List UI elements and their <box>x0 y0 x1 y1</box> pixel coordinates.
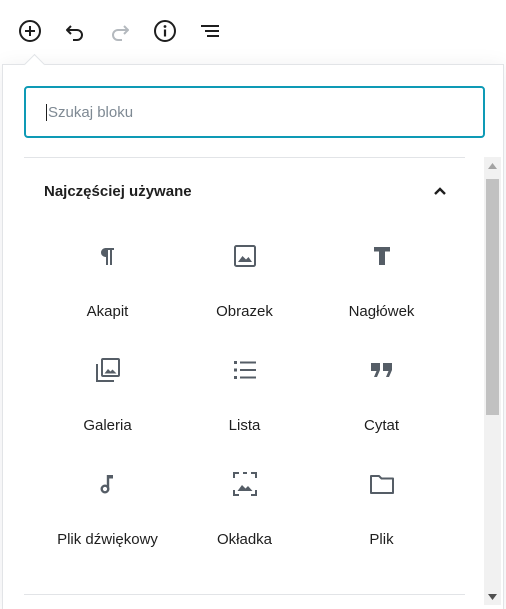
list-outline-icon <box>201 25 219 37</box>
block-item-audio[interactable]: Plik dźwiękowy <box>34 457 181 567</box>
block-label: Lista <box>228 417 261 434</box>
plus-circle-icon <box>19 20 41 42</box>
scroll-down-arrow-icon[interactable] <box>484 588 501 605</box>
file-icon <box>367 469 397 499</box>
info-button[interactable] <box>151 17 179 45</box>
block-label: Obrazek <box>216 303 273 320</box>
list-icon <box>230 355 260 385</box>
block-item-gallery[interactable]: Galeria <box>34 343 181 453</box>
scrollbar-thumb[interactable] <box>486 179 499 415</box>
heading-icon <box>367 241 397 271</box>
scroll-up-arrow-icon[interactable] <box>484 157 501 174</box>
block-label: Galeria <box>83 417 132 434</box>
cover-icon <box>230 469 260 499</box>
block-item-heading[interactable]: Nagłówek <box>308 229 455 339</box>
block-item-image[interactable]: Obrazek <box>171 229 318 339</box>
block-label: Cytat <box>363 417 399 434</box>
redo-icon <box>112 25 129 41</box>
block-label: Okładka <box>216 531 273 548</box>
block-item-list[interactable]: Lista <box>171 343 318 453</box>
block-search-input[interactable] <box>46 103 448 121</box>
block-label: Plik dźwiękowy <box>57 531 158 548</box>
divider <box>24 157 465 158</box>
quote-icon <box>367 355 397 385</box>
gallery-icon <box>93 355 123 385</box>
outline-button[interactable] <box>196 17 224 45</box>
block-item-quote[interactable]: Cytat <box>308 343 455 453</box>
block-item-paragraph[interactable]: Akapit <box>34 229 181 339</box>
undo-button[interactable] <box>61 17 89 45</box>
redo-button[interactable] <box>106 17 134 45</box>
vertical-scrollbar[interactable] <box>484 157 501 605</box>
paragraph-icon <box>93 241 123 271</box>
block-search-box[interactable] <box>24 86 485 138</box>
block-item-cover[interactable]: Okładka <box>171 457 318 567</box>
block-item-file[interactable]: Plik <box>308 457 455 567</box>
block-label: Nagłówek <box>348 303 415 320</box>
audio-icon <box>93 469 123 499</box>
section-title: Najczęściej używane <box>44 182 192 200</box>
block-label: Plik <box>369 531 394 548</box>
info-icon <box>154 20 176 42</box>
divider <box>24 594 465 595</box>
editor-toolbar <box>0 0 506 64</box>
block-inserter-panel: Najczęściej używane Akapit Obrazek <box>2 53 504 609</box>
add-block-button[interactable] <box>16 17 44 45</box>
undo-icon <box>66 25 83 41</box>
chevron-up-icon <box>434 187 446 195</box>
section-toggle-most-used[interactable]: Najczęściej używane <box>44 179 448 203</box>
block-label: Akapit <box>86 303 129 320</box>
image-icon <box>230 241 260 271</box>
